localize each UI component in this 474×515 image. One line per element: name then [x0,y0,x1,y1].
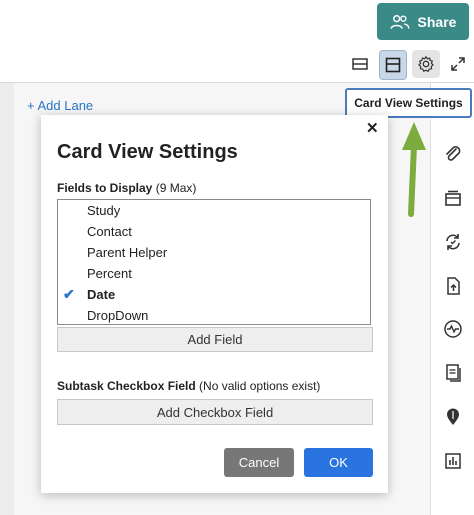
document-stack-icon[interactable] [440,360,466,386]
people-icon [390,14,409,29]
checkmark-icon: ✔ [63,286,75,302]
fields-label-bold: Fields to Display [57,181,153,195]
close-icon[interactable]: ✕ [366,119,379,137]
gear-icon[interactable] [412,50,440,78]
expand-icon[interactable] [444,50,472,78]
fields-to-display-label: Fields to Display (9 Max) [57,181,196,195]
add-lane-link[interactable]: + Add Lane [27,98,93,113]
upload-file-icon[interactable] [440,273,466,299]
subtask-label-extra: (No valid options exist) [195,379,321,393]
paperclip-icon[interactable] [440,141,466,167]
field-item-label: Parent Helper [87,245,168,260]
field-item-date[interactable]: ✔ Date [58,284,370,305]
wallet-icon[interactable] [440,185,466,211]
field-item-parent-helper[interactable]: Parent Helper [58,242,370,263]
bar-chart-icon[interactable] [440,448,466,474]
ok-button[interactable]: OK [304,448,373,477]
subtask-label-bold: Subtask Checkbox Field [57,379,196,393]
fields-list[interactable]: Study Contact Parent Helper Percent ✔ Da… [57,199,371,325]
modal-title: Card View Settings [57,141,238,163]
field-item-contact[interactable]: Contact [58,221,370,242]
cancel-button[interactable]: Cancel [224,448,294,477]
field-item-label: Study [87,203,121,218]
field-item-label: Contact [87,224,132,239]
add-checkbox-field-button[interactable]: Add Checkbox Field [57,399,373,425]
field-item-dropdown[interactable]: DropDown [58,305,370,324]
add-field-button[interactable]: Add Field [57,327,373,352]
field-item-label: Percent [87,266,132,281]
fields-label-extra: (9 Max) [152,181,197,195]
green-arrow-annotation [402,122,426,217]
sync-icon[interactable] [440,229,466,255]
share-label: Share [417,13,457,30]
field-item-label: Date [87,287,116,302]
location-pin-icon[interactable] [440,404,466,430]
share-button[interactable]: Share [377,3,469,40]
field-item-study[interactable]: Study [58,200,370,221]
activity-icon[interactable] [440,316,466,342]
field-item-percent[interactable]: Percent [58,263,370,284]
field-item-label: DropDown [87,308,149,323]
card-view-settings-tooltip: Card View Settings [345,88,472,118]
list-view-icon[interactable] [346,50,374,78]
subtask-checkbox-label: Subtask Checkbox Field (No valid options… [57,379,320,393]
card-view-icon[interactable] [379,50,407,80]
